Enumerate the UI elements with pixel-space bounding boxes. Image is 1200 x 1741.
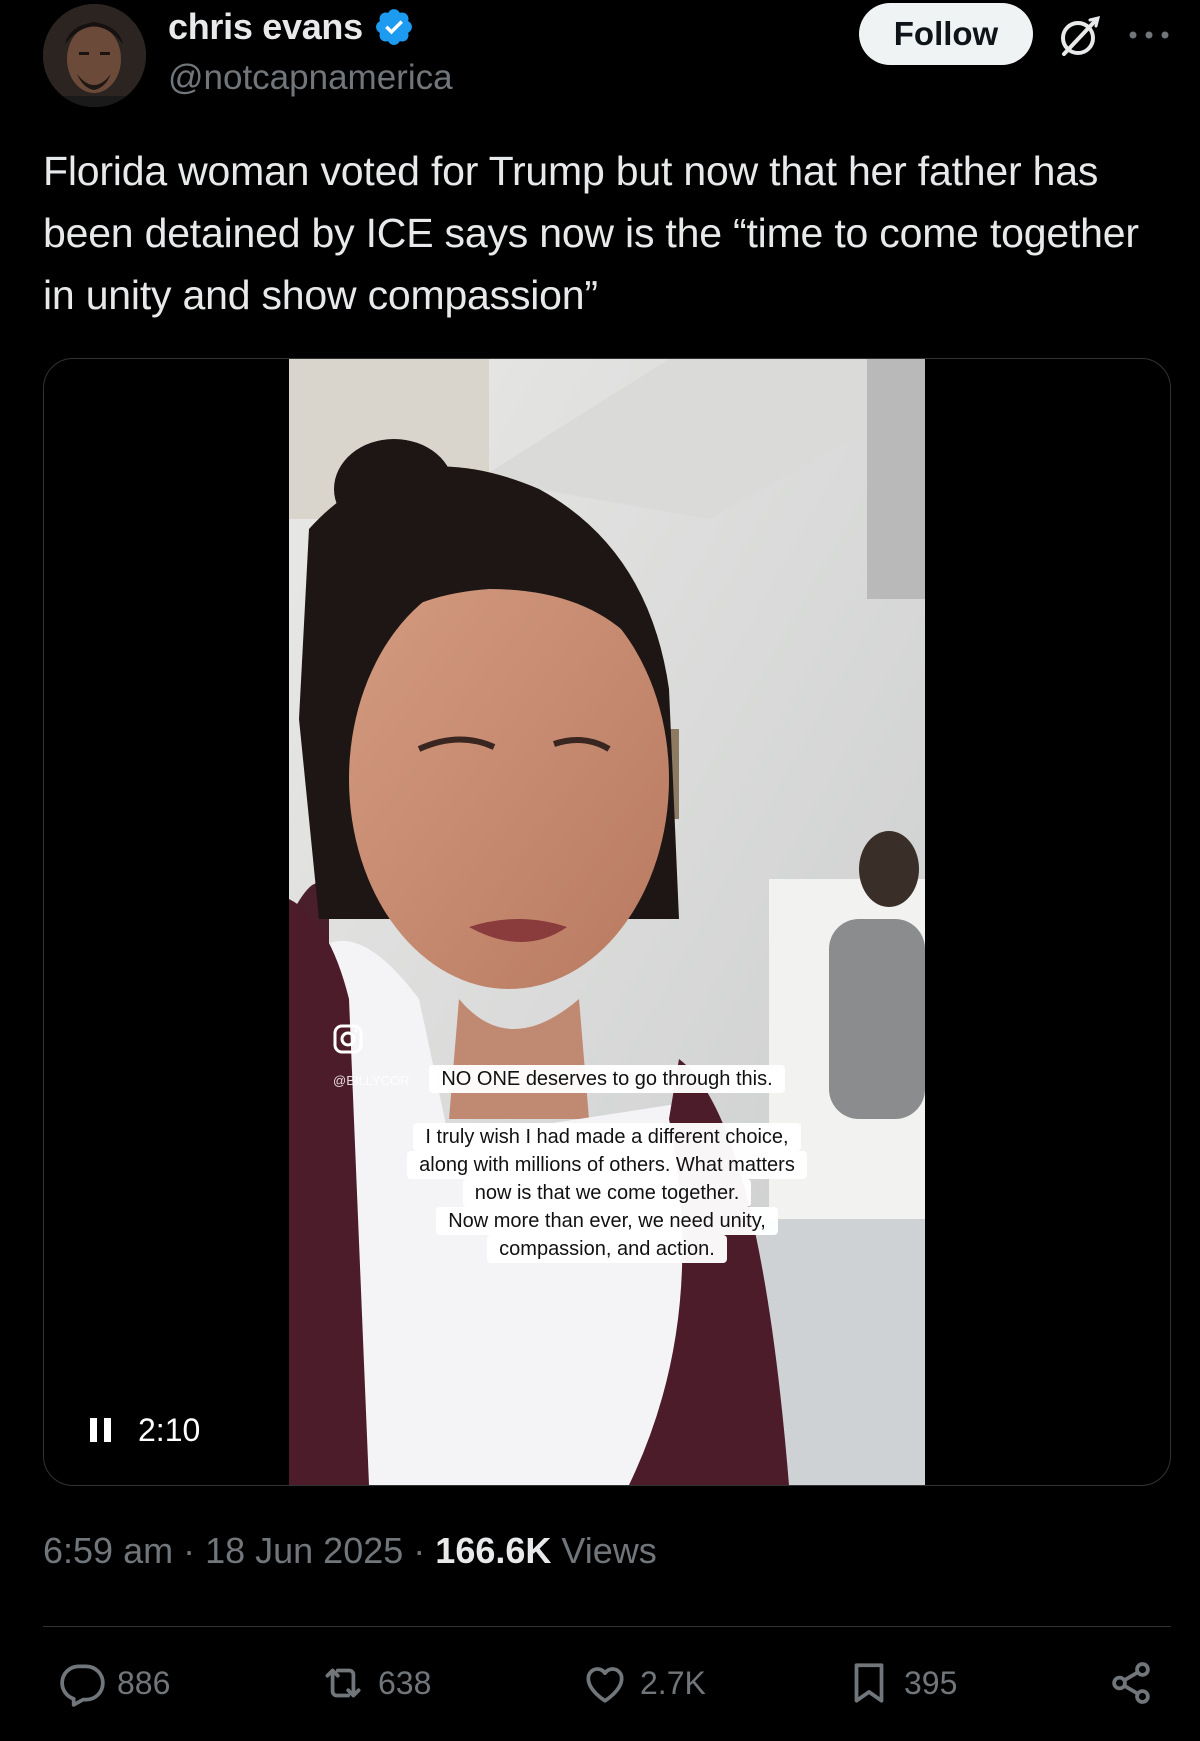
video-caption-line: compassion, and action. xyxy=(487,1235,727,1263)
author-display-name[interactable]: chris evans xyxy=(168,6,363,48)
video-frame[interactable]: @BILLYCOR NO ONE deserves to go through … xyxy=(289,359,925,1485)
like-count: 2.7K xyxy=(640,1664,706,1701)
post-text: Florida woman voted for Trump but now th… xyxy=(43,148,1139,318)
bookmark-button[interactable]: 395 xyxy=(844,1658,957,1708)
like-button[interactable]: 2.7K xyxy=(580,1658,706,1708)
reply-icon xyxy=(60,1664,105,1707)
views-count: 166.6K xyxy=(435,1530,552,1571)
meta-separator: · xyxy=(413,1530,436,1571)
reply-button[interactable]: 886 xyxy=(57,1658,170,1708)
action-bar: 886 638 2.7K 395 xyxy=(0,1658,1200,1718)
views-label: Views xyxy=(561,1530,657,1571)
meta-separator: · xyxy=(183,1530,206,1571)
video-duration: 2:10 xyxy=(138,1412,201,1448)
bookmark-icon xyxy=(854,1663,884,1703)
video-player[interactable]: @BILLYCOR NO ONE deserves to go through … xyxy=(43,358,1171,1486)
heart-icon xyxy=(586,1667,624,1703)
post-meta: 6:59 am · 18 Jun 2025 · 166.6K Views xyxy=(43,1530,657,1572)
post-date[interactable]: 18 Jun 2025 xyxy=(205,1530,403,1571)
pause-icon[interactable] xyxy=(88,1415,114,1445)
more-options-icon[interactable] xyxy=(1124,22,1174,48)
repost-button[interactable]: 638 xyxy=(318,1658,431,1708)
repost-icon xyxy=(325,1668,361,1698)
author-name-row[interactable]: chris evans xyxy=(168,6,415,48)
video-caption-line: along with millions of others. What matt… xyxy=(407,1151,807,1179)
video-caption-line-1: NO ONE deserves to go through this. xyxy=(429,1065,785,1093)
share-icon xyxy=(1112,1662,1150,1704)
grok-icon[interactable] xyxy=(1056,12,1104,60)
video-caption-line: now is that we come together. xyxy=(462,1179,752,1207)
video-caption-line: I truly wish I had made a different choi… xyxy=(413,1123,801,1151)
post-time[interactable]: 6:59 am xyxy=(43,1530,173,1571)
follow-button[interactable]: Follow xyxy=(859,3,1033,65)
video-still-image xyxy=(289,359,925,1485)
author-avatar[interactable] xyxy=(43,4,146,107)
bookmark-count: 395 xyxy=(904,1664,958,1701)
video-caption-top: NO ONE deserves to go through this. xyxy=(289,1065,925,1093)
share-button[interactable] xyxy=(1106,1658,1156,1708)
author-handle[interactable]: @notcapnamerica xyxy=(168,58,453,98)
reply-count: 886 xyxy=(117,1664,171,1701)
repost-count: 638 xyxy=(378,1664,432,1701)
video-caption-block: I truly wish I had made a different choi… xyxy=(289,1123,925,1263)
verified-badge-icon xyxy=(375,9,412,45)
avatar-image xyxy=(43,4,146,107)
divider xyxy=(43,1626,1171,1627)
video-caption-line: Now more than ever, we need unity, xyxy=(436,1207,778,1235)
